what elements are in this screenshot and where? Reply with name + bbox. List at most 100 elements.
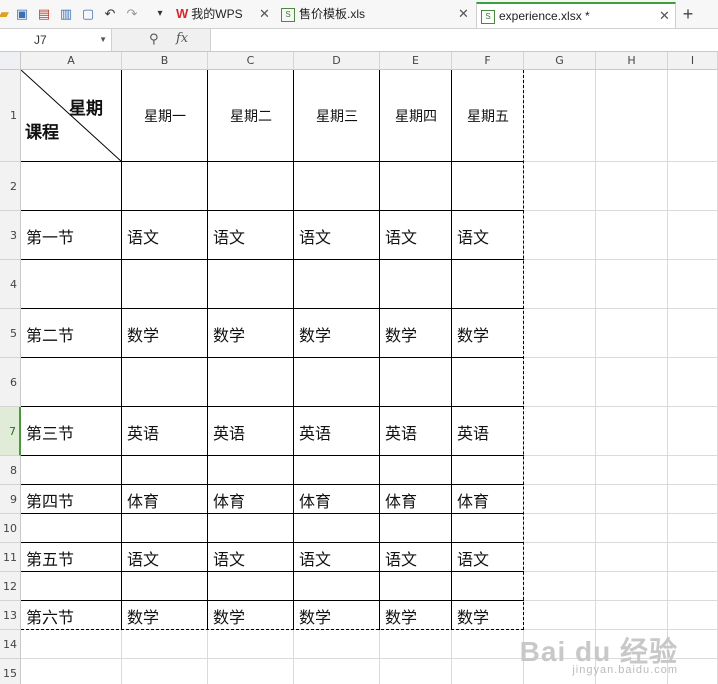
new-tab-icon[interactable]: + — [680, 5, 696, 23]
tab-price-template[interactable]: S 售价模板.xls ✕ — [281, 2, 473, 28]
subject-cell[interactable]: 数学 — [294, 601, 380, 630]
subject-cell[interactable]: 语文 — [380, 211, 452, 260]
row-header-5[interactable]: 5 — [0, 309, 21, 358]
subject-cell[interactable]: 体育 — [380, 485, 452, 514]
tab-label: 售价模板.xls — [299, 7, 366, 21]
subject-cell[interactable]: 语文 — [122, 211, 208, 260]
period-cell[interactable]: 第四节 — [21, 485, 122, 514]
print-preview-icon[interactable]: ▢ — [80, 6, 96, 22]
tab-my-wps[interactable]: W 我的WPS ✕ — [176, 2, 276, 28]
subject-cell[interactable]: 英语 — [380, 407, 452, 456]
close-icon[interactable]: ✕ — [458, 2, 469, 26]
row-header-8[interactable]: 8 — [0, 456, 21, 485]
row-header-2[interactable]: 2 — [0, 162, 21, 211]
period-cell[interactable]: 第五节 — [21, 543, 122, 572]
subject-cell[interactable]: 英语 — [452, 407, 524, 456]
header-weekday-label: 星期 — [69, 99, 103, 118]
subject-cell[interactable]: 数学 — [452, 601, 524, 630]
spreadsheet-grid[interactable]: 星期 课程 星期一 星期二 星期三 星期四 星期五 第一节 语文 语文 语文 语文 语文 第二节 数学 数学数… — [0, 52, 718, 684]
subject-cell[interactable]: 数学 — [122, 309, 208, 358]
gridline-vertical — [667, 70, 668, 684]
row-header-3[interactable]: 3 — [0, 211, 21, 260]
subject-cell[interactable]: 数学 — [208, 601, 294, 630]
subject-cell[interactable]: 语文 — [208, 211, 294, 260]
subject-cell[interactable]: 语文 — [294, 211, 380, 260]
undo-icon[interactable]: ↶ — [102, 6, 118, 22]
row-header-1[interactable]: 1 — [0, 70, 21, 162]
subject-cell[interactable]: 数学 — [122, 601, 208, 630]
formula-bar: J7 ▼ ⚲ fx — [0, 29, 718, 52]
column-header-i[interactable]: I — [668, 52, 718, 70]
row-header-15[interactable]: 15 — [0, 659, 21, 684]
column-header-f[interactable]: F — [452, 52, 524, 70]
row-header-4[interactable]: 4 — [0, 260, 21, 309]
header-period-label: 课程 — [25, 123, 59, 142]
export-pdf-icon[interactable]: ▤ — [36, 6, 52, 22]
formula-input[interactable] — [211, 29, 718, 51]
row-header-9[interactable]: 9 — [0, 485, 21, 514]
close-icon[interactable]: ✕ — [259, 2, 270, 26]
subject-cell[interactable]: 语文 — [208, 543, 294, 572]
period-cell[interactable]: 第二节 — [21, 309, 122, 358]
insert-function-button[interactable]: fx — [176, 31, 188, 46]
subject-cell[interactable]: 英语 — [208, 407, 294, 456]
column-header-a[interactable]: A — [21, 52, 122, 70]
subject-cell[interactable]: 语文 — [122, 543, 208, 572]
row-header-7[interactable]: 7 — [0, 407, 21, 456]
row-header-14[interactable]: 14 — [0, 630, 21, 659]
column-header-e[interactable]: E — [380, 52, 452, 70]
weekday-header[interactable]: 星期四 — [380, 70, 452, 162]
customize-dropdown-icon[interactable]: ▾ — [152, 6, 168, 22]
subject-cell[interactable]: 数学 — [380, 309, 452, 358]
subject-cell[interactable]: 语文 — [294, 543, 380, 572]
open-folder-icon[interactable]: ▰ — [0, 6, 12, 22]
function-zone: ⚲ fx — [112, 29, 211, 51]
quick-access-toolbar: ▰ ▣ ▤ ▥ ▢ ↶ ↷ ▾ W 我的WPS ✕ S 售价模板.xls ✕ Sex… — [0, 0, 718, 29]
watermark: Bai du 经验 jingyan.baidu.com — [519, 630, 678, 676]
subject-cell[interactable]: 体育 — [452, 485, 524, 514]
subject-cell[interactable]: 数学 — [452, 309, 524, 358]
tab-experience[interactable]: Sexperience.xlsx * ✕ — [476, 2, 676, 28]
period-cell[interactable]: 第六节 — [21, 601, 122, 630]
row-header-10[interactable]: 10 — [0, 514, 21, 543]
subject-cell[interactable]: 语文 — [452, 211, 524, 260]
watermark-brand: Bai du 经验 — [519, 636, 678, 667]
weekday-header[interactable]: 星期五 — [452, 70, 524, 162]
period-cell[interactable]: 第一节 — [21, 211, 122, 260]
column-header-b[interactable]: B — [122, 52, 208, 70]
select-all-corner[interactable] — [0, 52, 21, 70]
column-header-h[interactable]: H — [596, 52, 668, 70]
subject-cell[interactable]: 体育 — [208, 485, 294, 514]
subject-cell[interactable]: 数学 — [294, 309, 380, 358]
subject-cell[interactable]: 体育 — [122, 485, 208, 514]
tab-label: 我的WPS — [191, 7, 243, 21]
gridline-vertical — [595, 70, 596, 684]
tab-label: experience.xlsx * — [499, 9, 590, 23]
print-icon[interactable]: ▥ — [58, 6, 74, 22]
chevron-down-icon[interactable]: ▼ — [99, 29, 107, 51]
row-header-13[interactable]: 13 — [0, 601, 21, 630]
period-cell[interactable]: 第三节 — [21, 407, 122, 456]
subject-cell[interactable]: 语文 — [452, 543, 524, 572]
row-header-6[interactable]: 6 — [0, 358, 21, 407]
subject-cell[interactable]: 英语 — [294, 407, 380, 456]
subject-cell[interactable]: 语文 — [380, 543, 452, 572]
save-icon[interactable]: ▣ — [14, 6, 30, 22]
weekday-header[interactable]: 星期一 — [122, 70, 208, 162]
weekday-header[interactable]: 星期三 — [294, 70, 380, 162]
column-header-d[interactable]: D — [294, 52, 380, 70]
zoom-icon[interactable]: ⚲ — [149, 31, 159, 47]
close-icon[interactable]: ✕ — [659, 4, 670, 28]
row-header-11[interactable]: 11 — [0, 543, 21, 572]
row-header-12[interactable]: 12 — [0, 572, 21, 601]
redo-icon[interactable]: ↷ — [124, 6, 140, 22]
weekday-header[interactable]: 星期二 — [208, 70, 294, 162]
column-header-c[interactable]: C — [208, 52, 294, 70]
subject-cell[interactable]: 体育 — [294, 485, 380, 514]
name-box[interactable]: J7 ▼ — [0, 29, 112, 51]
watermark-url: jingyan.baidu.com — [572, 664, 678, 676]
subject-cell[interactable]: 数学 — [380, 601, 452, 630]
subject-cell[interactable]: 数学 — [208, 309, 294, 358]
column-header-g[interactable]: G — [524, 52, 596, 70]
subject-cell[interactable]: 英语 — [122, 407, 208, 456]
